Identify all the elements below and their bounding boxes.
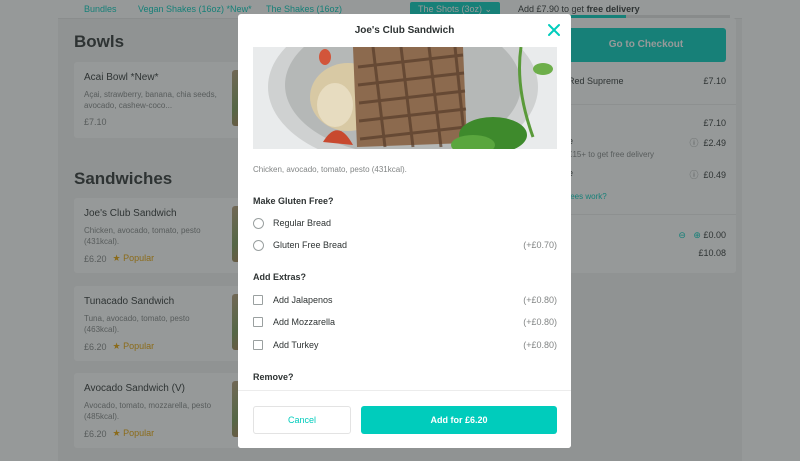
close-icon[interactable] [546,22,562,38]
radio-button[interactable] [253,218,264,229]
modal-footer: Cancel Add for £6.20 [238,390,571,448]
remove-group-title: Remove? [253,372,294,382]
modal-description: Chicken, avocado, tomato, pesto (431kcal… [253,165,407,174]
option-price: (+£0.70) [523,240,557,250]
option-price: (+£0.80) [523,317,557,327]
option-label: Gluten Free Bread [273,240,348,250]
item-options-modal: Joe's Club Sandwich Chicken, avocado, to… [238,14,571,448]
option-add-turkey[interactable]: Add Turkey (+£0.80) [253,339,557,353]
option-label: Add Jalapenos [273,295,333,305]
checkbox[interactable] [253,340,263,350]
option-label: Add Turkey [273,340,319,350]
option-label: Regular Bread [273,218,332,228]
option-price: (+£0.80) [523,295,557,305]
gluten-group-title: Make Gluten Free? [253,196,334,206]
option-regular-bread[interactable]: Regular Bread [253,217,557,231]
modal-header: Joe's Club Sandwich [238,14,571,47]
checkbox[interactable] [253,317,263,327]
extras-group-title: Add Extras? [253,272,307,282]
option-label: Add Mozzarella [273,317,336,327]
item-hero-image [253,47,557,149]
cancel-button[interactable]: Cancel [253,406,351,434]
option-gluten-free-bread[interactable]: Gluten Free Bread (+£0.70) [253,239,557,253]
option-add-mozzarella[interactable]: Add Mozzarella (+£0.80) [253,316,557,330]
option-add-jalapenos[interactable]: Add Jalapenos (+£0.80) [253,294,557,308]
option-price: (+£0.80) [523,340,557,350]
add-to-basket-button[interactable]: Add for £6.20 [361,406,557,434]
modal-title: Joe's Club Sandwich [354,25,455,36]
radio-button[interactable] [253,240,264,251]
checkbox[interactable] [253,295,263,305]
